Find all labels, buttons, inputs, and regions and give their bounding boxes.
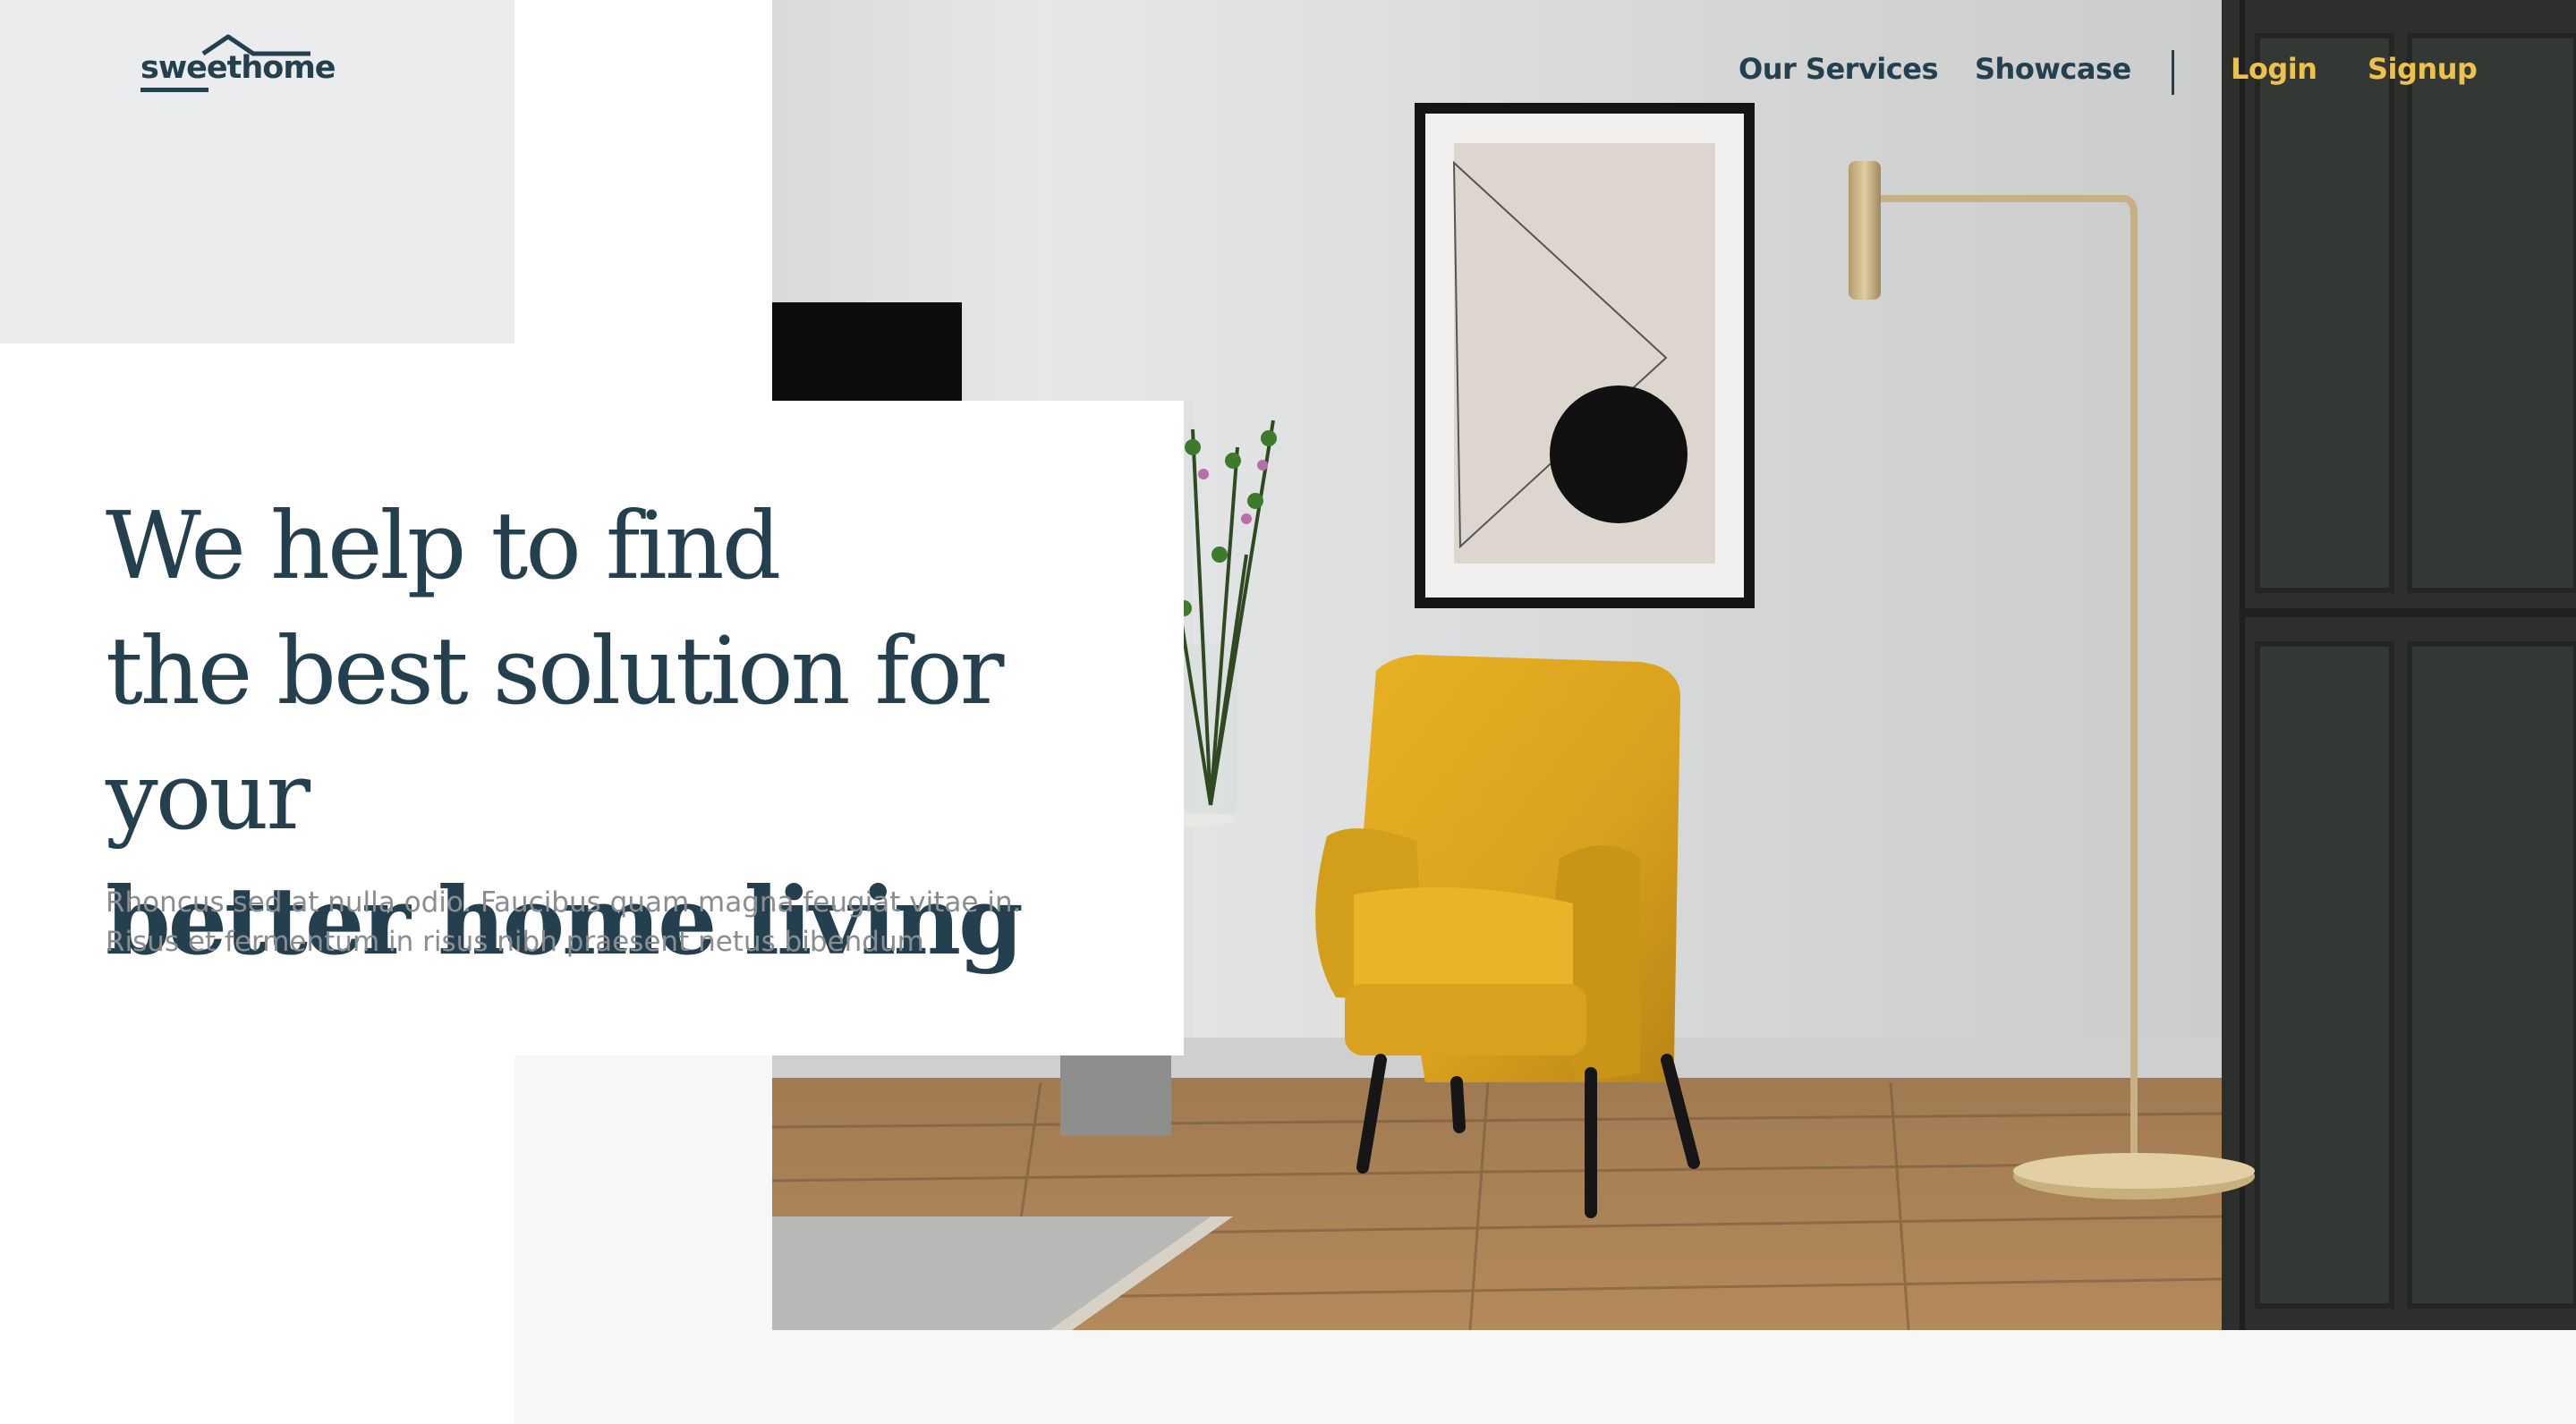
headline-line-2: the best solution for your <box>106 616 1004 851</box>
subtext-line-1: Rhoncus sed at nulla odio. Faucibus quam… <box>106 886 1022 919</box>
subtext-line-2: Risus et fermentum in risus nibh praesen… <box>106 926 924 958</box>
nav-our-services-link[interactable]: Our Services <box>1739 52 1938 86</box>
signup-link[interactable]: Signup <box>2368 52 2478 86</box>
top-nav: Our Services Showcase Login Signup <box>1681 50 2576 97</box>
nav-showcase-link[interactable]: Showcase <box>1975 52 2131 86</box>
hero-subtext: Rhoncus sed at nulla odio. Faucibus quam… <box>106 883 1135 962</box>
headline-line-1: We help to find <box>106 491 781 600</box>
logo-text: sweethome <box>140 50 336 86</box>
nav-divider <box>2172 50 2174 95</box>
logo[interactable]: sweethome <box>139 34 336 97</box>
login-link[interactable]: Login <box>2231 52 2317 86</box>
